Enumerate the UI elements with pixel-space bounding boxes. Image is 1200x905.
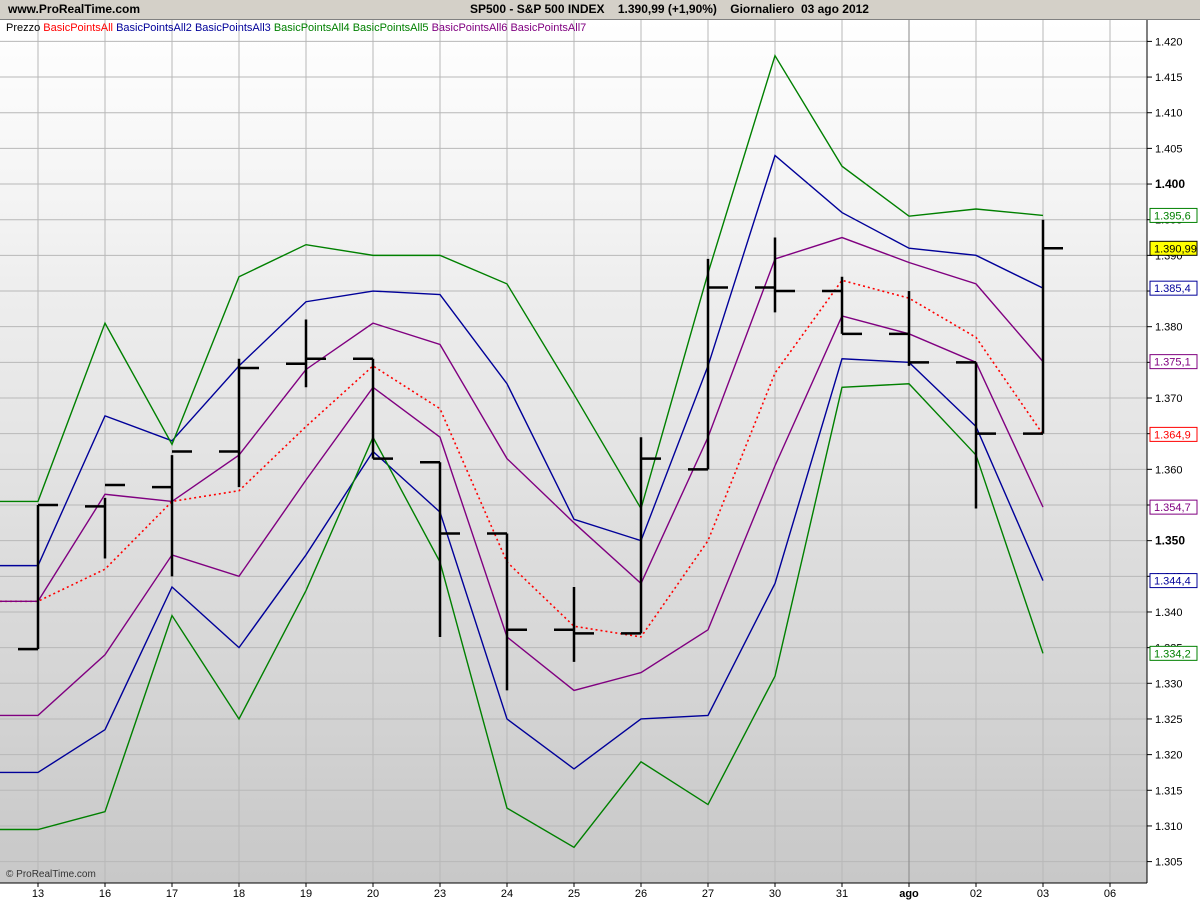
last-value-text: 1.390,99 — [1154, 243, 1197, 255]
legend-entry: BasicPointsAll6 — [432, 22, 511, 34]
x-tick-label: 27 — [702, 888, 714, 900]
y-tick-label: 1.415 — [1155, 72, 1183, 84]
last-value-label: 1.354,7 — [1149, 499, 1198, 515]
y-tick-label: 1.360 — [1155, 464, 1183, 476]
last-value-text: 1.334,2 — [1154, 648, 1191, 660]
y-tick-label: 1.305 — [1155, 857, 1183, 869]
last-value-text: 1.385,4 — [1154, 283, 1191, 295]
x-tick-label: 26 — [635, 888, 647, 900]
last-value-text: 1.344,4 — [1154, 576, 1191, 588]
x-tick-label: ago — [899, 888, 919, 900]
y-tick-label: 1.325 — [1155, 714, 1183, 726]
legend-entry: BasicPointsAll7 — [510, 22, 586, 34]
x-tick-label: 16 — [99, 888, 111, 900]
y-tick-label: 1.400 — [1155, 177, 1185, 191]
last-value-label: 1.375,1 — [1149, 354, 1198, 370]
last-value-label: 1.395,6 — [1149, 207, 1198, 223]
last-value-text: 1.395,6 — [1154, 210, 1191, 222]
x-tick-label: 17 — [166, 888, 178, 900]
x-tick-label: 02 — [970, 888, 982, 900]
legend: Prezzo BasicPointsAll BasicPointsAll2 Ba… — [6, 22, 586, 34]
y-tick-label: 1.310 — [1155, 821, 1183, 833]
last-value-text: 1.364,9 — [1154, 429, 1191, 441]
x-tick-label: 18 — [233, 888, 245, 900]
last-value-label: 1.385,4 — [1149, 280, 1198, 296]
last-value-label: 1.334,2 — [1149, 645, 1198, 661]
last-value-text: 1.354,7 — [1154, 502, 1191, 514]
legend-entry: Prezzo — [6, 22, 43, 34]
x-tick-label: 24 — [501, 888, 513, 900]
x-tick-label: 06 — [1104, 888, 1116, 900]
y-tick-label: 1.370 — [1155, 393, 1183, 405]
last-value-label: 1.364,9 — [1149, 426, 1198, 442]
y-tick-label: 1.420 — [1155, 36, 1183, 48]
legend-entry: BasicPointsAll5 — [353, 22, 432, 34]
last-value-label: 1.344,4 — [1149, 573, 1198, 589]
x-tick-label: 13 — [32, 888, 44, 900]
y-tick-label: 1.405 — [1155, 143, 1183, 155]
x-tick-label: 19 — [300, 888, 312, 900]
last-value-label: 1.390,99 — [1149, 240, 1198, 256]
y-tick-label: 1.320 — [1155, 750, 1183, 762]
x-tick-label: 03 — [1037, 888, 1049, 900]
legend-entry: BasicPointsAll3 — [195, 22, 274, 34]
y-tick-label: 1.380 — [1155, 322, 1183, 334]
watermark: © ProRealTime.com — [6, 869, 96, 880]
x-tick-label: 20 — [367, 888, 379, 900]
y-tick-label: 1.315 — [1155, 785, 1183, 797]
y-tick-label: 1.350 — [1155, 534, 1185, 548]
legend-text: Prezzo BasicPointsAll BasicPointsAll2 Ba… — [6, 22, 586, 34]
x-tick-label: 23 — [434, 888, 446, 900]
x-tick-label: 30 — [769, 888, 781, 900]
x-tick-label: 31 — [836, 888, 848, 900]
legend-entry: BasicPointsAll2 — [116, 22, 195, 34]
legend-entry: BasicPointsAll4 — [274, 22, 353, 34]
chart-svg[interactable]: 1.3051.3101.3151.3201.3251.3301.3351.340… — [0, 20, 1200, 900]
y-tick-label: 1.340 — [1155, 607, 1183, 619]
site-name[interactable]: www.ProRealTime.com — [8, 2, 140, 16]
chart-title: SP500 - S&P 500 INDEX 1.390,99 (+1,90%) … — [470, 2, 869, 16]
y-tick-label: 1.410 — [1155, 108, 1183, 120]
x-tick-label: 25 — [568, 888, 580, 900]
chart-header-bar: www.ProRealTime.com SP500 - S&P 500 INDE… — [0, 0, 1200, 20]
last-value-text: 1.375,1 — [1154, 357, 1191, 369]
legend-entry: BasicPointsAll — [43, 22, 116, 34]
y-tick-label: 1.330 — [1155, 678, 1183, 690]
chart-area[interactable]: 1.3051.3101.3151.3201.3251.3301.3351.340… — [0, 20, 1200, 900]
